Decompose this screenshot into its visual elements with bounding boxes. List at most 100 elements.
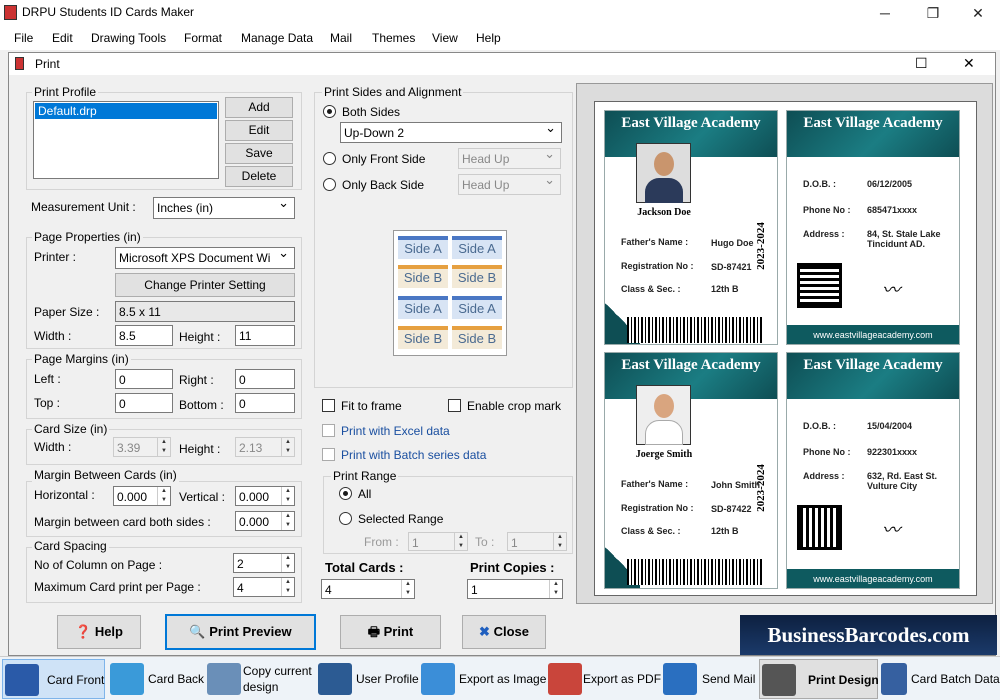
excel-data-checkbox[interactable] bbox=[322, 424, 335, 437]
right-margin-input[interactable]: 0 bbox=[235, 369, 295, 389]
toolbar-copy-design[interactable]: Copy current design bbox=[205, 659, 315, 699]
front-side-radio[interactable] bbox=[323, 152, 336, 165]
bottom-margin-input[interactable]: 0 bbox=[235, 393, 295, 413]
card-front-icon bbox=[5, 664, 39, 696]
print-copies-label: Print Copies : bbox=[470, 560, 555, 575]
to-label: To : bbox=[475, 535, 495, 549]
website: www.eastvillageacademy.com bbox=[787, 569, 959, 588]
to-input[interactable]: 1 ▲ ▼ bbox=[507, 532, 567, 551]
from-input[interactable]: 1 ▲ ▼ bbox=[408, 532, 468, 551]
dialog-maximize-button[interactable]: ☐ bbox=[915, 55, 928, 72]
range-selected-radio[interactable] bbox=[339, 512, 352, 525]
menu-drawing-tools[interactable]: Drawing Tools bbox=[91, 31, 166, 45]
minimize-button[interactable]: ─ bbox=[862, 0, 908, 26]
both-sides-label: Both Sides bbox=[342, 105, 401, 119]
print-preview-button[interactable]: 🔍 Print Preview bbox=[165, 614, 316, 650]
menu-format[interactable]: Format bbox=[184, 31, 222, 45]
page-height-input[interactable]: 11 bbox=[235, 325, 295, 346]
horizontal-label: Horizontal : bbox=[34, 488, 95, 502]
bottom-margin-label: Bottom : bbox=[179, 398, 224, 412]
range-selected-label: Selected Range bbox=[358, 512, 444, 526]
address-value: 84, St. Stale Lake Tincidunt AD. bbox=[867, 229, 941, 249]
profile-item[interactable]: Default.drp bbox=[35, 103, 217, 119]
card-back: East Village Academy D.O.B. : 15/04/2004… bbox=[786, 352, 960, 589]
top-margin-input[interactable]: 0 bbox=[115, 393, 173, 413]
bottom-toolbar: Card Front Card Back Copy current design… bbox=[0, 656, 1000, 700]
vertical-label: Vertical : bbox=[179, 490, 226, 504]
both-sides-radio[interactable] bbox=[323, 105, 336, 118]
card-front: East Village Academy Joerge Smith 2023-2… bbox=[604, 352, 778, 589]
menu-view[interactable]: View bbox=[432, 31, 458, 45]
dob-label: D.O.B. : bbox=[803, 179, 836, 189]
toolbar-send-mail[interactable]: Send Mail bbox=[661, 659, 757, 699]
qr-code bbox=[797, 505, 842, 550]
dialog-close-button[interactable]: ✕ bbox=[963, 55, 975, 72]
address-value: 632, Rd. East St. Vulture City bbox=[867, 471, 938, 491]
restore-button[interactable]: ❐ bbox=[910, 0, 956, 26]
add-profile-button[interactable]: Add bbox=[225, 97, 293, 118]
dob-value: 15/04/2004 bbox=[867, 421, 913, 431]
close-app-button[interactable]: ✕ bbox=[955, 0, 1000, 26]
menu-manage-data[interactable]: Manage Data bbox=[241, 31, 313, 45]
school-name: East Village Academy bbox=[621, 115, 761, 131]
page-width-input[interactable]: 8.5 bbox=[115, 325, 173, 346]
crop-mark-checkbox[interactable] bbox=[448, 399, 461, 412]
margin-between-label: Margin Between Cards (in) bbox=[32, 468, 179, 482]
save-profile-button[interactable]: Save bbox=[225, 143, 293, 164]
alignment-select[interactable]: Up-Down 2 bbox=[340, 122, 562, 143]
both-sides-margin-input[interactable]: 0.000 ▲ ▼ bbox=[235, 511, 295, 531]
menu-file[interactable]: File bbox=[14, 31, 33, 45]
fit-to-frame-checkbox[interactable] bbox=[322, 399, 335, 412]
menu-edit[interactable]: Edit bbox=[52, 31, 73, 45]
toolbar-print-design[interactable]: Print Design bbox=[759, 659, 879, 699]
pdf-icon bbox=[548, 663, 582, 695]
printer-select[interactable]: Microsoft XPS Document Wi bbox=[115, 247, 295, 269]
app-title: DRPU Students ID Cards Maker bbox=[22, 5, 195, 19]
close-button[interactable]: ✖ Close bbox=[462, 615, 546, 649]
toolbar-export-pdf[interactable]: Export as PDF bbox=[546, 659, 661, 699]
menu-help[interactable]: Help bbox=[476, 31, 501, 45]
back-side-label: Only Back Side bbox=[342, 178, 425, 192]
left-margin-label: Left : bbox=[34, 372, 61, 386]
max-cards-input[interactable]: 4 ▲ ▼ bbox=[233, 577, 295, 597]
father-value: Hugo Doe bbox=[711, 238, 754, 248]
toolbar-card-front[interactable]: Card Front bbox=[2, 659, 105, 699]
profile-list[interactable]: Default.drp bbox=[33, 101, 219, 179]
total-cards-input[interactable]: 4 ▲ ▼ bbox=[321, 579, 415, 599]
preview-page: East Village Academy Jackson Doe 2023-20… bbox=[594, 101, 977, 596]
columns-label: No of Column on Page : bbox=[34, 558, 163, 572]
measurement-unit-select[interactable]: Inches (in) bbox=[153, 197, 295, 219]
columns-input[interactable]: 2 ▲ ▼ bbox=[233, 553, 295, 573]
help-button[interactable]: ❓ Help bbox=[57, 615, 141, 649]
front-head-select[interactable]: Head Up bbox=[458, 148, 561, 169]
delete-profile-button[interactable]: Delete bbox=[225, 166, 293, 187]
back-head-select[interactable]: Head Up bbox=[458, 174, 561, 195]
range-all-radio[interactable] bbox=[339, 487, 352, 500]
toolbar-export-image[interactable]: Export as Image bbox=[419, 659, 546, 699]
left-margin-input[interactable]: 0 bbox=[115, 369, 173, 389]
toolbar-card-back[interactable]: Card Back bbox=[108, 659, 204, 699]
front-side-label: Only Front Side bbox=[342, 152, 426, 166]
back-side-radio[interactable] bbox=[323, 178, 336, 191]
horizontal-margin-input[interactable]: 0.000 ▲ ▼ bbox=[113, 486, 171, 506]
change-printer-button[interactable]: Change Printer Setting bbox=[115, 273, 295, 297]
card-width-input[interactable]: 3.39 ▲ ▼ bbox=[113, 437, 171, 457]
card-spacing-label: Card Spacing bbox=[32, 539, 109, 553]
toolbar-card-batch-data[interactable]: Card Batch Data bbox=[879, 659, 1000, 699]
batch-data-checkbox[interactable] bbox=[322, 448, 335, 461]
preview-icon: 🔍 bbox=[189, 624, 206, 639]
side-b-tile: Side B bbox=[452, 265, 502, 288]
print-copies-input[interactable]: 1 ▲ ▼ bbox=[467, 579, 563, 599]
reg-value: SD-87421 bbox=[711, 262, 752, 272]
card-height-input[interactable]: 2.13 ▲ ▼ bbox=[235, 437, 295, 457]
card-back: East Village Academy D.O.B. : 06/12/2005… bbox=[786, 110, 960, 345]
menu-mail[interactable]: Mail bbox=[330, 31, 352, 45]
side-b-tile: Side B bbox=[398, 265, 448, 288]
barcode bbox=[627, 317, 763, 343]
print-button[interactable]: 🖶 Print bbox=[340, 615, 441, 649]
toolbar-user-profile[interactable]: User Profile bbox=[316, 659, 419, 699]
mail-icon bbox=[663, 663, 697, 695]
edit-profile-button[interactable]: Edit bbox=[225, 120, 293, 141]
menu-themes[interactable]: Themes bbox=[372, 31, 415, 45]
vertical-margin-input[interactable]: 0.000 ▲ ▼ bbox=[235, 486, 295, 506]
